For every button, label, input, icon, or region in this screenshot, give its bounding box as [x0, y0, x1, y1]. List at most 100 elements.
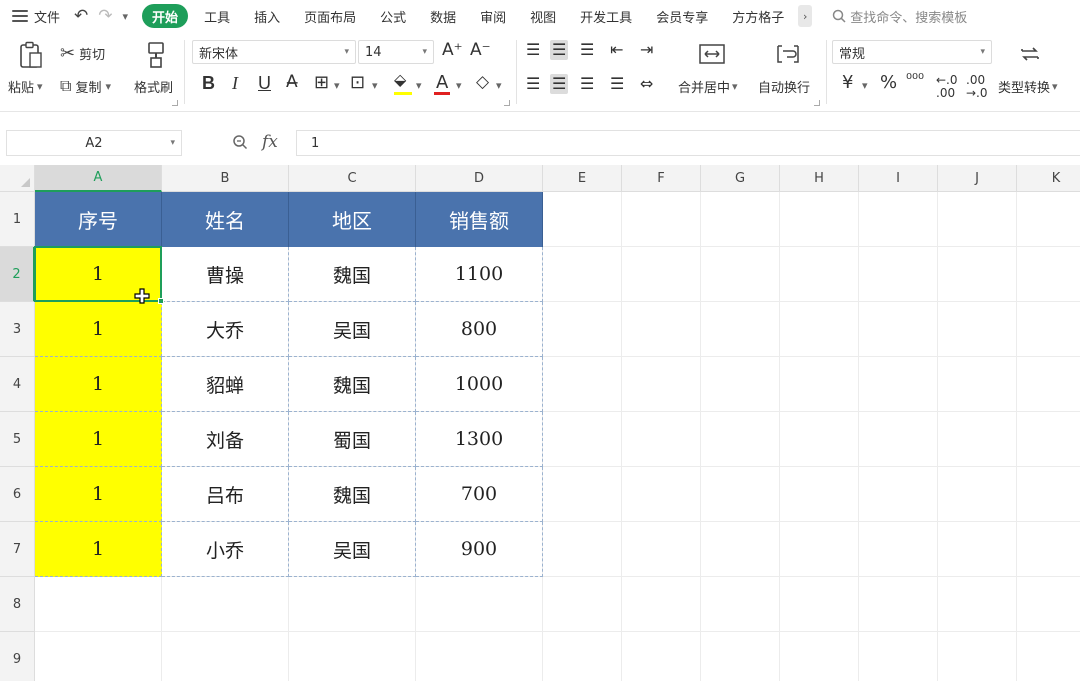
table-cell[interactable]: 吴国	[289, 522, 416, 577]
row-header-5[interactable]: 5	[0, 412, 35, 467]
table-cell[interactable]: 1	[35, 412, 162, 467]
tab-fangfang[interactable]: 方方格子	[720, 0, 796, 32]
align-right-icon[interactable]: ☰	[580, 76, 594, 92]
justify-icon[interactable]: ☰	[610, 76, 624, 92]
column-header-g[interactable]: G	[701, 165, 780, 192]
format-painter-button[interactable]: 格式刷	[134, 76, 173, 96]
fill-handle[interactable]	[158, 298, 164, 304]
table-cell[interactable]: 大乔	[162, 302, 289, 357]
formula-input[interactable]: 1	[296, 130, 1080, 156]
redo-icon[interactable]: ↷	[98, 7, 112, 25]
table-cell[interactable]: 1100	[416, 247, 543, 302]
table-cell[interactable]: 1300	[416, 412, 543, 467]
tab-home[interactable]: 开始	[142, 4, 189, 28]
more-tabs-chevron-icon[interactable]: ›	[798, 5, 813, 27]
table-cell[interactable]: 曹操	[162, 247, 289, 302]
fill-pattern-dropdown-icon[interactable]: ▾	[372, 80, 378, 91]
column-header-k[interactable]: K	[1017, 165, 1080, 192]
table-cell[interactable]: 蜀国	[289, 412, 416, 467]
table-cell[interactable]: 魏国	[289, 467, 416, 522]
decrease-indent-icon[interactable]: ⇤	[610, 42, 623, 58]
column-header-d[interactable]: D	[416, 165, 543, 192]
table-header-cell[interactable]: 销售额	[416, 192, 543, 247]
font-group-launcher-icon[interactable]	[504, 100, 510, 106]
paste-icon[interactable]	[14, 40, 48, 70]
fill-color-dropdown-icon[interactable]: ▾	[416, 80, 422, 91]
alignment-group-launcher-icon[interactable]	[814, 100, 820, 106]
wrap-text-icon[interactable]	[770, 40, 806, 68]
currency-icon[interactable]: ¥	[842, 74, 853, 92]
tab-insert[interactable]: 插入	[242, 0, 292, 32]
table-cell[interactable]: 貂蝉	[162, 357, 289, 412]
bold-icon[interactable]: B	[202, 74, 215, 92]
table-cell[interactable]: 魏国	[289, 357, 416, 412]
copy-button[interactable]: ⧉ 复制 ▾	[60, 76, 111, 96]
underline-icon[interactable]: U	[258, 74, 271, 92]
fill-color-icon[interactable]: ⬙	[394, 72, 406, 88]
type-convert-icon[interactable]	[1014, 40, 1046, 68]
cut-button[interactable]: ✂ 剪切	[60, 42, 105, 64]
type-convert-button[interactable]: 类型转换 ▾	[998, 76, 1058, 96]
font-size-select[interactable]: 14 ▾	[358, 40, 434, 64]
increase-decimal-icon[interactable]: ←.0.00	[936, 73, 958, 100]
merge-center-icon[interactable]	[692, 40, 732, 68]
align-top-icon[interactable]: ☰	[526, 42, 540, 58]
table-cell[interactable]: 900	[416, 522, 543, 577]
align-bottom-icon[interactable]: ☰	[580, 42, 594, 58]
borders-icon[interactable]: ⊞	[314, 74, 329, 92]
table-cell[interactable]: 700	[416, 467, 543, 522]
row-header-8[interactable]: 8	[0, 577, 35, 632]
file-menu-button[interactable]: 文件	[0, 0, 70, 32]
format-painter-icon[interactable]	[140, 40, 172, 70]
number-format-select[interactable]: 常规 ▾	[832, 40, 992, 64]
table-cell[interactable]: 1000	[416, 357, 543, 412]
insert-function-icon[interactable]: fx	[262, 132, 278, 152]
column-header-c[interactable]: C	[289, 165, 416, 192]
decrease-font-size-icon[interactable]: A⁻	[470, 42, 491, 59]
table-cell[interactable]: 刘备	[162, 412, 289, 467]
percent-icon[interactable]: %	[880, 74, 897, 92]
tab-member[interactable]: 会员专享	[644, 0, 720, 32]
align-middle-icon[interactable]: ☰	[550, 40, 569, 60]
row-header-2[interactable]: 2	[0, 247, 35, 302]
font-color-icon[interactable]: A	[436, 74, 448, 92]
quick-access-dropdown-icon[interactable]: ▾	[123, 11, 129, 22]
wrap-text-button[interactable]: 自动换行	[758, 76, 810, 96]
table-cell[interactable]: 1	[35, 302, 162, 357]
tab-data[interactable]: 数据	[418, 0, 468, 32]
fill-pattern-icon[interactable]: ⊡	[350, 74, 365, 92]
clear-format-dropdown-icon[interactable]: ▾	[496, 80, 502, 91]
select-all-corner[interactable]	[0, 165, 35, 192]
row-header-9[interactable]: 9	[0, 632, 35, 681]
borders-dropdown-icon[interactable]: ▾	[334, 80, 340, 91]
column-header-a[interactable]: A	[35, 165, 162, 192]
table-cell[interactable]: 小乔	[162, 522, 289, 577]
column-header-h[interactable]: H	[780, 165, 859, 192]
table-cell[interactable]: 1	[35, 522, 162, 577]
tab-tools[interactable]: 工具	[192, 0, 242, 32]
row-header-6[interactable]: 6	[0, 467, 35, 522]
thousands-separator-icon[interactable]: ⁰⁰⁰	[906, 72, 924, 87]
undo-icon[interactable]: ↶	[74, 7, 88, 25]
table-cell[interactable]: 800	[416, 302, 543, 357]
row-header-1[interactable]: 1	[0, 192, 35, 247]
currency-dropdown-icon[interactable]: ▾	[862, 80, 868, 91]
tab-formulas[interactable]: 公式	[368, 0, 418, 32]
name-box[interactable]: A2 ▾	[6, 130, 182, 156]
spreadsheet-grid[interactable]: A B C D E F G H I J K 1 2 3 4 5 6 7 8 9 序号 姓名 地区 销售额 1 曹操 魏国 1100 1 大…	[0, 165, 1080, 681]
table-cell[interactable]: 1	[35, 467, 162, 522]
clipboard-group-launcher-icon[interactable]	[172, 100, 178, 106]
distributed-align-icon[interactable]: ⇔	[640, 76, 653, 92]
table-cell[interactable]: 1	[35, 357, 162, 412]
align-center-icon[interactable]: ☰	[550, 74, 569, 94]
font-name-select[interactable]: 新宋体 ▾	[192, 40, 356, 64]
row-header-4[interactable]: 4	[0, 357, 35, 412]
italic-icon[interactable]: I	[232, 74, 238, 92]
increase-font-size-icon[interactable]: A⁺	[442, 42, 463, 59]
row-header-7[interactable]: 7	[0, 522, 35, 577]
merge-center-button[interactable]: 合并居中 ▾	[678, 76, 738, 96]
row-header-3[interactable]: 3	[0, 302, 35, 357]
table-header-cell[interactable]: 姓名	[162, 192, 289, 247]
column-header-j[interactable]: J	[938, 165, 1017, 192]
table-header-cell[interactable]: 序号	[35, 192, 162, 247]
